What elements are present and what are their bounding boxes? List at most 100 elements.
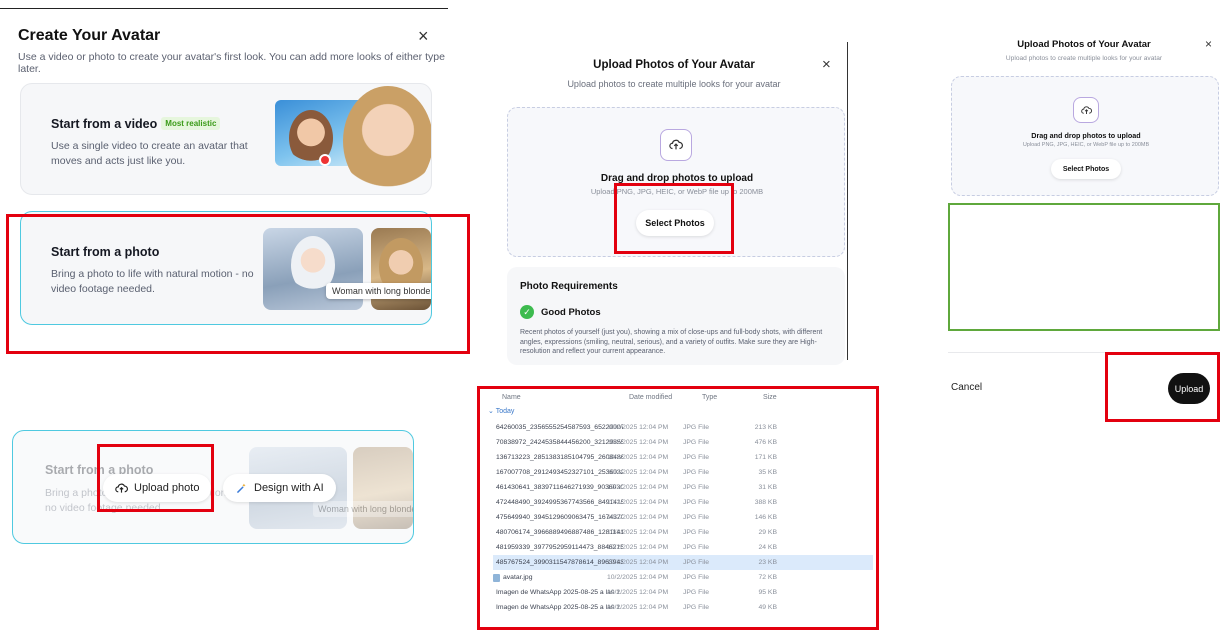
file-name-label: 461430641_3839711646271939_9036030... [496,484,623,491]
file-size: 31 KB [758,484,777,491]
file-name: 480706174_3966889496887486_1281141... [493,529,623,537]
file-row[interactable]: 481959339_3977952959114473_8846215... 10/… [493,540,873,555]
group-label: Today [495,408,515,415]
close-icon[interactable]: × [1205,37,1212,51]
requirements-title: Photo Requirements [520,281,618,292]
file-name-label: 70838972_2424535844456200_32129855... [496,439,623,446]
file-date: 10/2/2025 12:04 PM [607,439,669,446]
file-name: 485767524_3990311547878614_8963943... [493,559,623,567]
file-size: 35 KB [758,469,777,476]
file-row[interactable]: 461430641_3839711646271939_9036030... 10/… [493,480,873,495]
file-name-label: 481959339_3977952959114473_8846215... [496,544,623,551]
file-name-label: 472448490_3924995367743566_8491415... [496,499,623,506]
file-date: 10/2/2025 12:04 PM [607,454,669,461]
selected-photos-area [948,203,1220,331]
divider [847,42,848,360]
file-name: 136713223_2851383185104795_2608486... [493,454,623,462]
file-date: 10/2/2025 12:04 PM [607,574,669,581]
highlight-box [1105,352,1220,422]
magic-wand-icon [236,483,246,493]
file-type: JPG File [683,439,710,446]
highlight-box [97,444,214,512]
file-name: 70838972_2424535844456200_32129855... [493,439,623,447]
file-type: JPG File [683,604,710,611]
file-size: 388 KB [754,499,777,506]
file-row[interactable]: 475649940_3945129609063475_1674370... 10/… [493,510,873,525]
upload-icon [660,129,692,161]
file-name: 481959339_3977952959114473_8846215... [493,544,623,552]
file-name: 64260035_2356555254587593_65220007... [493,424,623,432]
highlight-box [6,214,470,354]
close-icon[interactable]: × [822,56,831,73]
file-name-label: 136713223_2851383185104795_2608486... [496,454,623,461]
image-file-icon [493,573,500,582]
divider [0,8,448,9]
file-date: 10/2/2025 12:04 PM [607,559,669,566]
file-date: 10/2/2025 12:04 PM [607,544,669,551]
most-realistic-badge: Most realistic [161,117,221,130]
group-today[interactable]: ⌄ Today [488,407,514,415]
file-name: 475649940_3945129609063475_1674370... [493,514,623,522]
file-date: 10/2/2025 12:04 PM [607,469,669,476]
file-row[interactable]: Imagen de WhatsApp 2025-08-25 a las 1...… [493,600,873,615]
file-row[interactable]: 136713223_2851383185104795_2608486... 10/… [493,450,873,465]
file-size: 72 KB [758,574,777,581]
file-row[interactable]: 485767524_3990311547878614_8963943... 10/… [493,555,873,570]
design-with-ai-button[interactable]: Design with AI [223,474,336,502]
file-date: 10/2/2025 12:04 PM [607,514,669,521]
file-row[interactable]: 167007708_2912493452327101_2536032... 10/… [493,465,873,480]
file-type: JPG File [683,544,710,551]
video-card-title: Start from a video [51,117,158,131]
dropzone-title: Drag and drop photos to upload [1031,131,1141,140]
file-row[interactable]: 70838972_2424535844456200_32129855... 10/… [493,435,873,450]
file-name-label: 64260035_2356555254587593_65220007... [496,424,623,431]
good-photos-row: ✓ Good Photos [520,305,601,319]
file-name-label: avatar.jpg [503,574,533,581]
file-date: 10/2/2025 12:04 PM [607,589,669,596]
file-date: 10/2/2025 12:04 PM [607,484,669,491]
file-row[interactable]: avatar.jpg 10/2/2025 12:04 PM JPG File 72 K… [493,570,873,585]
upload-icon [1073,97,1099,123]
file-size: 213 KB [754,424,777,431]
file-name-label: Imagen de WhatsApp 2025-08-25 a las 1... [496,604,623,611]
file-name: avatar.jpg [493,573,623,582]
file-size: 146 KB [754,514,777,521]
image-tooltip: Woman with long blonde hair [313,501,413,517]
file-date: 10/2/2025 12:04 PM [607,604,669,611]
dialog-subtitle: Upload photos to create multiple looks f… [1005,55,1163,62]
photo-dropzone[interactable]: Drag and drop photos to upload Upload PN… [951,76,1219,196]
file-size: 23 KB [758,559,777,566]
file-date: 10/2/2025 12:04 PM [607,499,669,506]
dialog-subtitle: Upload photos to create multiple looks f… [567,79,781,89]
dialog-title: Upload Photos of Your Avatar [593,59,755,71]
column-header-date[interactable]: Date modified [629,394,672,401]
dialog-title: Upload Photos of Your Avatar [1017,39,1151,50]
file-name-label: Imagen de WhatsApp 2025-08-25 a las 1... [496,589,623,596]
start-from-video-card[interactable]: Start from a video Most realistic Use a s… [20,83,432,195]
video-card-description: Use a single video to create an avatar t… [51,140,248,167]
photo-requirements: Photo Requirements ✓ Good Photos Recent … [507,267,845,365]
file-row[interactable]: 64260035_2356555254587593_65220007... 10/… [493,420,873,435]
close-icon[interactable]: × [418,26,429,47]
file-type: JPG File [683,589,710,596]
file-name-label: 167007708_2912493452327101_2536032... [496,469,623,476]
dropzone-hint: Upload PNG, JPG, HEIC, or WebP file up t… [1022,142,1150,148]
file-size: 171 KB [754,454,777,461]
file-name: 461430641_3839711646271939_9036030... [493,484,623,492]
select-photos-button[interactable]: Select Photos [1051,159,1121,179]
column-header-name[interactable]: Name [502,394,521,401]
file-type: JPG File [683,469,710,476]
cancel-button[interactable]: Cancel [951,382,982,393]
column-header-type[interactable]: Type [702,394,717,401]
highlight-box [614,183,734,254]
file-row[interactable]: 472448490_3924995367743566_8491415... 10/… [493,495,873,510]
file-explorer: Name Date modified Type Size ⌄ Today 642… [477,386,879,630]
file-name-label: 485767524_3990311547878614_8963943... [496,559,623,566]
file-row[interactable]: 480706174_3966889496887486_1281141... 10/… [493,525,873,540]
good-photos-description: Recent photos of yourself (just you), sh… [520,329,823,355]
check-icon: ✓ [520,305,534,319]
file-row[interactable]: Imagen de WhatsApp 2025-08-25 a las 1...… [493,585,873,600]
person-image [343,86,431,194]
column-header-size[interactable]: Size [763,394,777,401]
dialog-title: Create Your Avatar [18,27,161,44]
